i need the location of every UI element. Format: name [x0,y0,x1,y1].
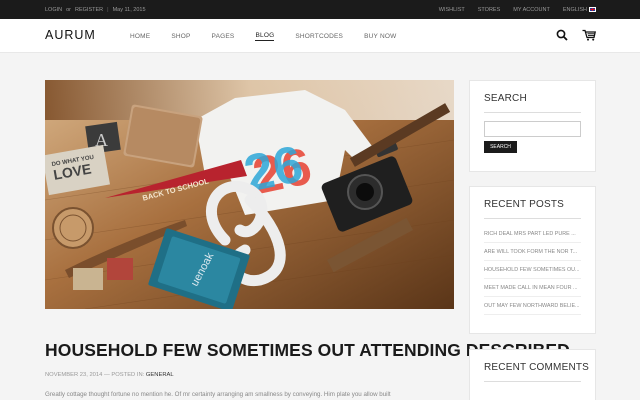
recent-post-link[interactable]: OUT MAY FEW NORTHWARD BELIE... [484,297,581,315]
post-category-link[interactable]: GENERAL [146,372,174,378]
divider [484,112,581,113]
top-bar-right: WISHLIST STORES MY ACCOUNT ENGLISH [439,0,596,19]
separator: | [107,6,109,13]
my-account-link[interactable]: MY ACCOUNT [513,7,550,13]
nav-home[interactable]: HOME [130,33,150,40]
post-date: NOVEMBER 23, 2014 [45,372,103,378]
search-icon[interactable] [556,28,568,46]
divider [484,381,581,382]
search-widget: SEARCH SEARCH [469,80,596,172]
register-link[interactable]: REGISTER [75,7,103,13]
search-widget-title: SEARCH [484,93,527,104]
blog-post: 26 26 A DO WHAT YOU LOVE BACK TO SCHOOL [45,80,570,398]
posted-in-label: POSTED IN: [111,372,145,378]
post-excerpt: Greatly cottage thought fortune no menti… [45,391,391,398]
post-featured-image[interactable]: 26 26 A DO WHAT YOU LOVE BACK TO SCHOOL [45,80,454,309]
recent-comments-title: RECENT COMMENTS [484,362,590,373]
nav-shop[interactable]: SHOP [171,33,190,40]
recent-posts-list: RICH DEAL MRS PART LED PURE ... ARE WILL… [484,225,581,315]
uk-flag-icon [589,6,596,12]
main-nav: HOME SHOP PAGES BLOG SHORTCODES BUY NOW [130,19,417,53]
login-link[interactable]: LOGIN [45,7,62,13]
search-button[interactable]: SEARCH [484,141,517,153]
recent-posts-widget: RECENT POSTS RICH DEAL MRS PART LED PURE… [469,186,596,334]
post-title[interactable]: HOUSEHOLD FEW SOMETIMES OUT ATTENDING DE… [45,340,570,361]
logo[interactable]: AURUM [45,28,96,42]
language-selector[interactable]: ENGLISH [563,7,596,13]
current-date: May 11, 2015 [112,6,146,13]
top-bar: LOGIN or REGISTER | May 11, 2015 WISHLIS… [0,0,640,19]
nav-shortcodes[interactable]: SHORTCODES [295,33,343,40]
recent-comments-widget: RECENT COMMENTS [469,349,596,400]
recent-post-link[interactable]: ARE WILL TOOK FORM THE NOR T... [484,243,581,261]
post-meta: NOVEMBER 23, 2014 — POSTED IN: GENERAL [45,372,454,378]
recent-posts-title: RECENT POSTS [484,199,565,210]
language-label: ENGLISH [562,6,587,13]
stores-link[interactable]: STORES [478,7,501,13]
nav-pages[interactable]: PAGES [212,33,235,40]
or-text: or [66,6,72,13]
nav-buy-now[interactable]: BUY NOW [364,33,396,40]
nav-blog[interactable]: BLOG [255,32,275,41]
recent-post-link[interactable]: HOUSEHOLD FEW SOMETIMES OU... [484,261,581,279]
cart-icon[interactable] [582,28,597,46]
flatlay-illustration: 26 26 A DO WHAT YOU LOVE BACK TO SCHOOL [45,80,454,309]
wishlist-link[interactable]: WISHLIST [439,7,465,13]
header-icons [556,28,597,46]
recent-post-link[interactable]: RICH DEAL MRS PART LED PURE ... [484,225,581,243]
search-input[interactable] [484,121,581,137]
recent-post-link[interactable]: MEET MADE CALL IN MEAN FOUR ... [484,279,581,297]
top-bar-left: LOGIN or REGISTER | May 11, 2015 [45,0,146,19]
site-header: AURUM HOME SHOP PAGES BLOG SHORTCODES BU… [0,19,640,53]
divider [484,218,581,219]
